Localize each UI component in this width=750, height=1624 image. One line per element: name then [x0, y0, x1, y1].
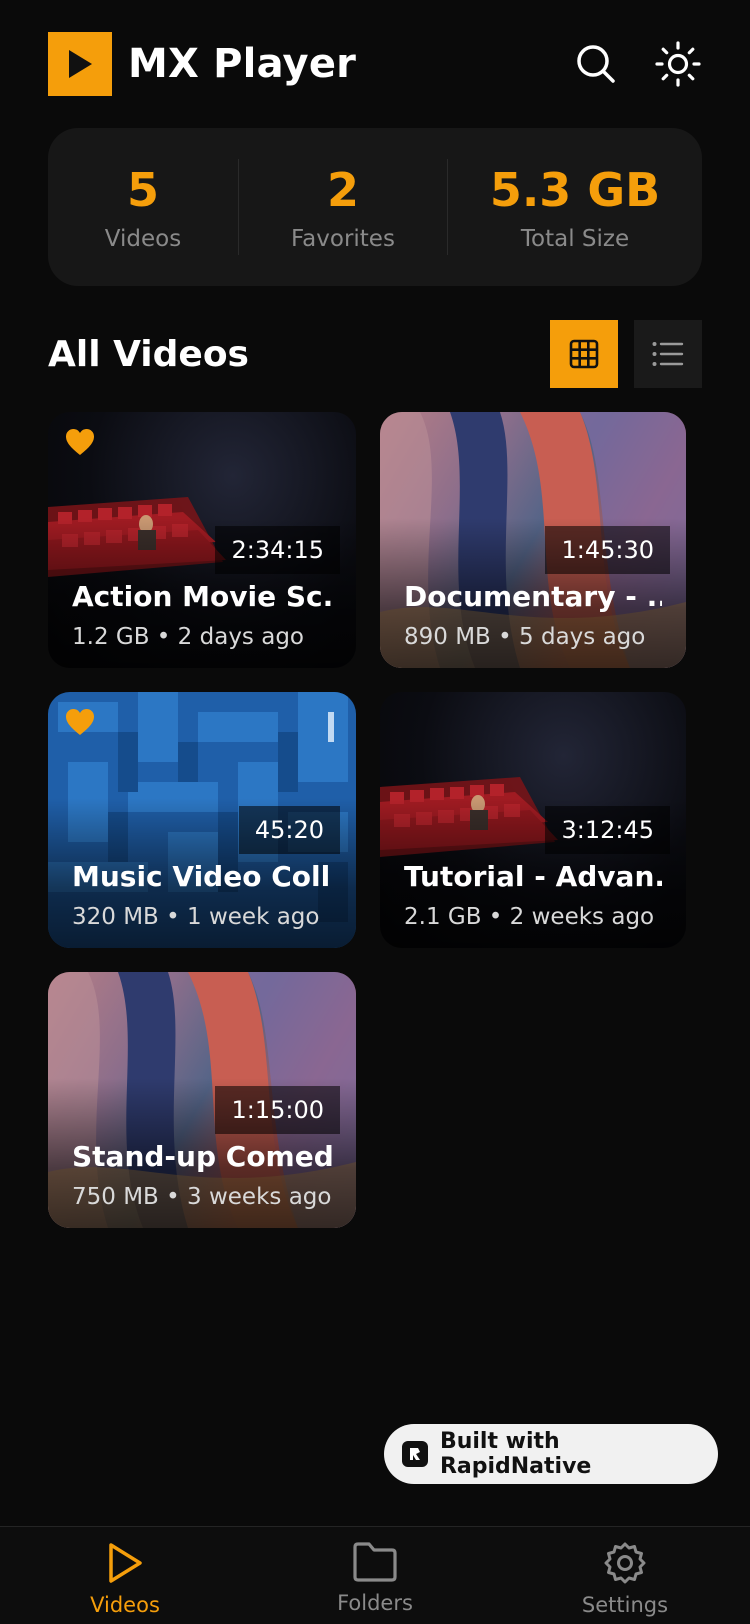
play-outline-icon	[109, 1543, 142, 1583]
stats-card: 5 Videos 2 Favorites 5.3 GB Total Size	[48, 128, 702, 286]
list-view-icon	[652, 342, 684, 366]
video-meta: 1.2 GB • 2 days ago	[72, 624, 304, 650]
nav-label: Videos	[90, 1593, 160, 1617]
duration-badge: 1:45:30	[545, 526, 670, 574]
stat-label: Videos	[104, 226, 182, 252]
video-meta: 2.1 GB • 2 weeks ago	[404, 904, 655, 930]
rapidnative-logo-icon	[402, 1441, 428, 1467]
duration-badge: 1:15:00	[215, 1086, 340, 1134]
theme-toggle-button[interactable]	[654, 40, 702, 88]
video-title: Tutorial - Advan...	[404, 860, 662, 893]
stat-value: 2	[326, 163, 359, 217]
built-with-badge[interactable]: Built with RapidNative	[384, 1424, 718, 1484]
list-view-button[interactable]	[634, 320, 702, 388]
video-card[interactable]: 45:20 Music Video Coll... 320 MB • 1 wee…	[48, 692, 356, 948]
duration-badge: 45:20	[238, 806, 340, 854]
search-button[interactable]	[572, 40, 620, 88]
video-title: Music Video Coll...	[72, 860, 332, 893]
video-card[interactable]: 1:45:30 Documentary - ... 890 MB • 5 day…	[380, 412, 686, 668]
video-title: Documentary - ...	[404, 580, 662, 613]
sun-icon	[655, 41, 701, 87]
stat-label: Total Size	[520, 226, 630, 252]
nav-item-folders[interactable]: Folders	[250, 1527, 500, 1624]
stat-favorites: 2 Favorites	[239, 162, 447, 252]
bottom-nav: Videos Folders Settings	[0, 1526, 750, 1624]
video-title: Stand-up Comed...	[72, 1140, 332, 1173]
nav-item-videos[interactable]: Videos	[0, 1527, 250, 1624]
video-card[interactable]: 3:12:45 Tutorial - Advan... 2.1 GB • 2 w…	[380, 692, 686, 948]
view-toggle	[550, 320, 702, 388]
video-card[interactable]: 2:34:15 Action Movie Sc... 1.2 GB • 2 da…	[48, 412, 356, 668]
section-title: All Videos	[48, 333, 249, 375]
stat-value: 5.3 GB	[489, 163, 661, 217]
favorite-heart-icon[interactable]	[64, 706, 96, 738]
grid-view-button[interactable]	[550, 320, 618, 388]
app-logo	[48, 32, 112, 96]
video-card[interactable]: 1:15:00 Stand-up Comed... 750 MB • 3 wee…	[48, 972, 356, 1228]
duration-badge: 3:12:45	[545, 806, 670, 854]
play-icon	[69, 50, 92, 78]
badge-text: Built with RapidNative	[439, 1429, 592, 1479]
video-meta: 320 MB • 1 week ago	[72, 904, 320, 930]
video-meta: 750 MB • 3 weeks ago	[72, 1184, 332, 1210]
video-title: Action Movie Sc...	[72, 580, 332, 613]
stat-total-size: 5.3 GB Total Size	[448, 162, 702, 252]
video-meta: 890 MB • 5 days ago	[404, 624, 646, 650]
search-icon	[577, 45, 615, 83]
stat-value: 5	[126, 163, 159, 217]
app-title: MX Player	[128, 41, 357, 87]
app-header: MX Player	[48, 32, 702, 96]
nav-label: Settings	[581, 1593, 669, 1617]
duration-badge: 2:34:15	[215, 526, 340, 574]
nav-item-settings[interactable]: Settings	[500, 1527, 750, 1624]
stat-videos: 5 Videos	[48, 162, 238, 252]
folder-icon	[353, 1542, 397, 1582]
grid-view-icon	[569, 339, 599, 369]
stat-label: Favorites	[291, 226, 395, 252]
gear-icon	[604, 1542, 646, 1584]
nav-label: Folders	[337, 1591, 413, 1615]
favorite-heart-icon[interactable]	[64, 426, 96, 458]
section-header: All Videos	[48, 320, 702, 388]
